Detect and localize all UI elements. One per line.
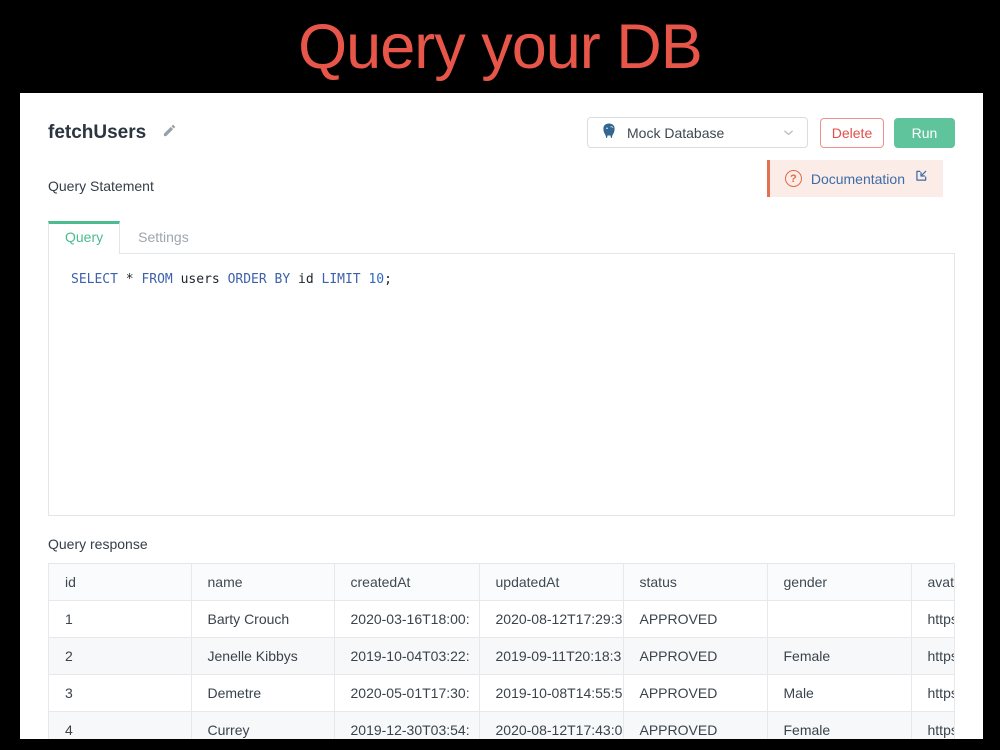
- edit-query-name-button[interactable]: [162, 123, 177, 143]
- page-title: Query your DB: [298, 11, 702, 83]
- cell-createdAt: 2019-10-04T03:22:: [334, 637, 479, 674]
- title-bar: Query your DB: [0, 0, 1000, 93]
- documentation-link[interactable]: ? Documentation: [767, 160, 943, 197]
- cell-name: Currey: [191, 711, 334, 739]
- sql-token-number: 10: [368, 272, 384, 287]
- sql-editor[interactable]: SELECT * FROM users ORDER BY id LIMIT 10…: [48, 254, 955, 516]
- cell-status: APPROVED: [623, 674, 767, 711]
- cell-createdAt: 2020-05-01T17:30:: [334, 674, 479, 711]
- table-row[interactable]: 3 Demetre 2020-05-01T17:30: 2019-10-08T1…: [49, 674, 954, 711]
- run-button[interactable]: Run: [894, 118, 955, 148]
- cell-avatar: https://: [911, 711, 954, 739]
- statement-tabs: Query Settings: [48, 221, 955, 254]
- pencil-icon: [162, 123, 177, 143]
- cell-updatedAt: 2020-08-12T17:29:3: [479, 600, 623, 637]
- sql-token: users: [181, 272, 220, 287]
- chevron-down-icon: [782, 126, 795, 139]
- query-response-table: id name createdAt updatedAt status gende…: [48, 563, 955, 739]
- sql-token-keyword: LIMIT: [322, 272, 361, 287]
- cell-createdAt: 2019-12-30T03:54:: [334, 711, 479, 739]
- cell-avatar: https://: [911, 674, 954, 711]
- query-editor-panel: fetchUsers Mock Database Delete Run Q: [20, 93, 983, 739]
- cell-status: APPROVED: [623, 637, 767, 674]
- cell-avatar: https://: [911, 600, 954, 637]
- delete-button[interactable]: Delete: [820, 118, 884, 148]
- column-header-name[interactable]: name: [191, 564, 334, 600]
- sql-token: *: [126, 272, 134, 287]
- cell-status: APPROVED: [623, 711, 767, 739]
- column-header-avatar[interactable]: avatar: [911, 564, 954, 600]
- tab-settings[interactable]: Settings: [120, 221, 207, 253]
- table-row[interactable]: 2 Jenelle Kibbys 2019-10-04T03:22: 2019-…: [49, 637, 954, 674]
- cell-name: Jenelle Kibbys: [191, 637, 334, 674]
- statement-label-row: Query Statement ? Documentation: [48, 160, 955, 197]
- cell-id: 3: [49, 674, 191, 711]
- table-row[interactable]: 4 Currey 2019-12-30T03:54: 2020-08-12T17…: [49, 711, 954, 739]
- column-header-gender[interactable]: gender: [767, 564, 911, 600]
- cell-status: APPROVED: [623, 600, 767, 637]
- cell-id: 4: [49, 711, 191, 739]
- column-header-id[interactable]: id: [49, 564, 191, 600]
- tab-query[interactable]: Query: [48, 221, 120, 254]
- question-circle-icon: ?: [785, 170, 802, 187]
- cell-name: Demetre: [191, 674, 334, 711]
- sql-token: id: [298, 272, 314, 287]
- documentation-label: Documentation: [811, 171, 905, 187]
- cell-id: 1: [49, 600, 191, 637]
- column-header-createdAt[interactable]: createdAt: [334, 564, 479, 600]
- sql-token-keyword: ORDER BY: [228, 272, 291, 287]
- cell-gender: Female: [767, 637, 911, 674]
- cell-gender: Female: [767, 711, 911, 739]
- cell-gender: Male: [767, 674, 911, 711]
- sql-token: ;: [384, 272, 392, 287]
- sql-token-keyword: FROM: [141, 272, 172, 287]
- cell-updatedAt: 2020-08-12T17:43:0: [479, 711, 623, 739]
- cell-updatedAt: 2019-09-11T20:18:3: [479, 637, 623, 674]
- cell-createdAt: 2020-03-16T18:00:: [334, 600, 479, 637]
- cell-gender: [767, 600, 911, 637]
- cell-avatar: https://: [911, 637, 954, 674]
- postgresql-icon: [600, 122, 618, 143]
- column-header-updatedAt[interactable]: updatedAt: [479, 564, 623, 600]
- datasource-selected-label: Mock Database: [627, 125, 724, 141]
- external-link-icon: [914, 169, 928, 188]
- table-row[interactable]: 1 Barty Crouch 2020-03-16T18:00: 2020-08…: [49, 600, 954, 637]
- query-name: fetchUsers: [48, 122, 146, 144]
- datasource-select[interactable]: Mock Database: [587, 117, 808, 148]
- cell-name: Barty Crouch: [191, 600, 334, 637]
- query-statement-label: Query Statement: [48, 178, 154, 197]
- query-response-label: Query response: [48, 536, 955, 552]
- cell-updatedAt: 2019-10-08T14:55:5: [479, 674, 623, 711]
- column-header-status[interactable]: status: [623, 564, 767, 600]
- query-header: fetchUsers Mock Database Delete Run: [48, 117, 955, 148]
- cell-id: 2: [49, 637, 191, 674]
- sql-token-keyword: SELECT: [71, 272, 118, 287]
- table-header-row: id name createdAt updatedAt status gende…: [49, 564, 954, 600]
